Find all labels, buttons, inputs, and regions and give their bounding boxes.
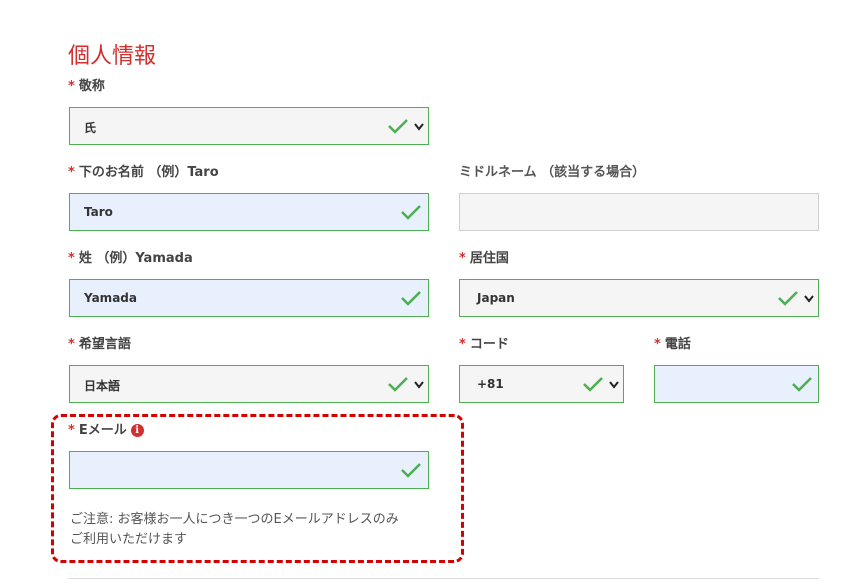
check-icon	[792, 377, 812, 392]
country-value: Japan	[477, 291, 515, 305]
code-select[interactable]: +81	[459, 365, 624, 403]
country-label: * 居住国	[459, 251, 509, 266]
required-mark: *	[68, 251, 75, 266]
email-note: ご注意: お客様お一人につき一つのEメールアドレスのみ ご利用いただけます	[70, 510, 399, 550]
first-name-label: * 下のお名前 （例）Taro	[68, 165, 219, 180]
check-icon	[778, 291, 798, 306]
required-mark: *	[68, 337, 75, 352]
email-note-line1: ご注意: お客様お一人につき一つのEメールアドレスのみ	[70, 512, 399, 527]
last-name-value: Yamada	[84, 291, 137, 305]
check-icon	[401, 205, 421, 220]
chevron-down-icon	[804, 295, 814, 303]
salutation-value: 氏	[84, 121, 97, 135]
required-mark: *	[459, 251, 466, 266]
phone-label: * 電話	[654, 337, 691, 352]
section-title: 個人情報	[68, 44, 157, 69]
code-value: +81	[477, 377, 504, 391]
check-icon	[583, 377, 603, 392]
required-mark: *	[68, 79, 75, 94]
divider	[68, 578, 819, 579]
check-icon	[388, 377, 408, 392]
salutation-label: * 敬称	[68, 79, 105, 94]
language-select[interactable]: 日本語	[69, 365, 429, 403]
check-icon	[401, 463, 421, 478]
chevron-down-icon	[609, 381, 619, 389]
language-value: 日本語	[84, 379, 121, 393]
last-name-label: * 姓 （例）Yamada	[68, 251, 193, 266]
check-icon	[401, 291, 421, 306]
code-label: * コード	[459, 337, 509, 352]
email-input[interactable]	[69, 451, 429, 489]
email-label: * Eメール i	[68, 423, 144, 439]
info-icon[interactable]: i	[130, 424, 144, 437]
email-note-line2: ご利用いただけます	[70, 532, 188, 547]
required-mark: *	[459, 337, 466, 352]
middle-name-label: ミドルネーム （該当する場合）	[459, 165, 646, 180]
language-label: * 希望言語	[68, 337, 131, 352]
first-name-value: Taro	[84, 205, 113, 219]
required-mark: *	[68, 165, 75, 180]
first-name-input[interactable]: Taro	[69, 193, 429, 231]
last-name-input[interactable]: Yamada	[69, 279, 429, 317]
required-mark: *	[68, 423, 75, 438]
chevron-down-icon	[414, 123, 424, 131]
country-select[interactable]: Japan	[459, 279, 819, 317]
salutation-select[interactable]: 氏	[69, 107, 429, 145]
chevron-down-icon	[414, 381, 424, 389]
check-icon	[388, 119, 408, 134]
middle-name-input[interactable]	[459, 193, 819, 231]
required-mark: *	[654, 337, 661, 352]
phone-input[interactable]	[654, 365, 819, 403]
